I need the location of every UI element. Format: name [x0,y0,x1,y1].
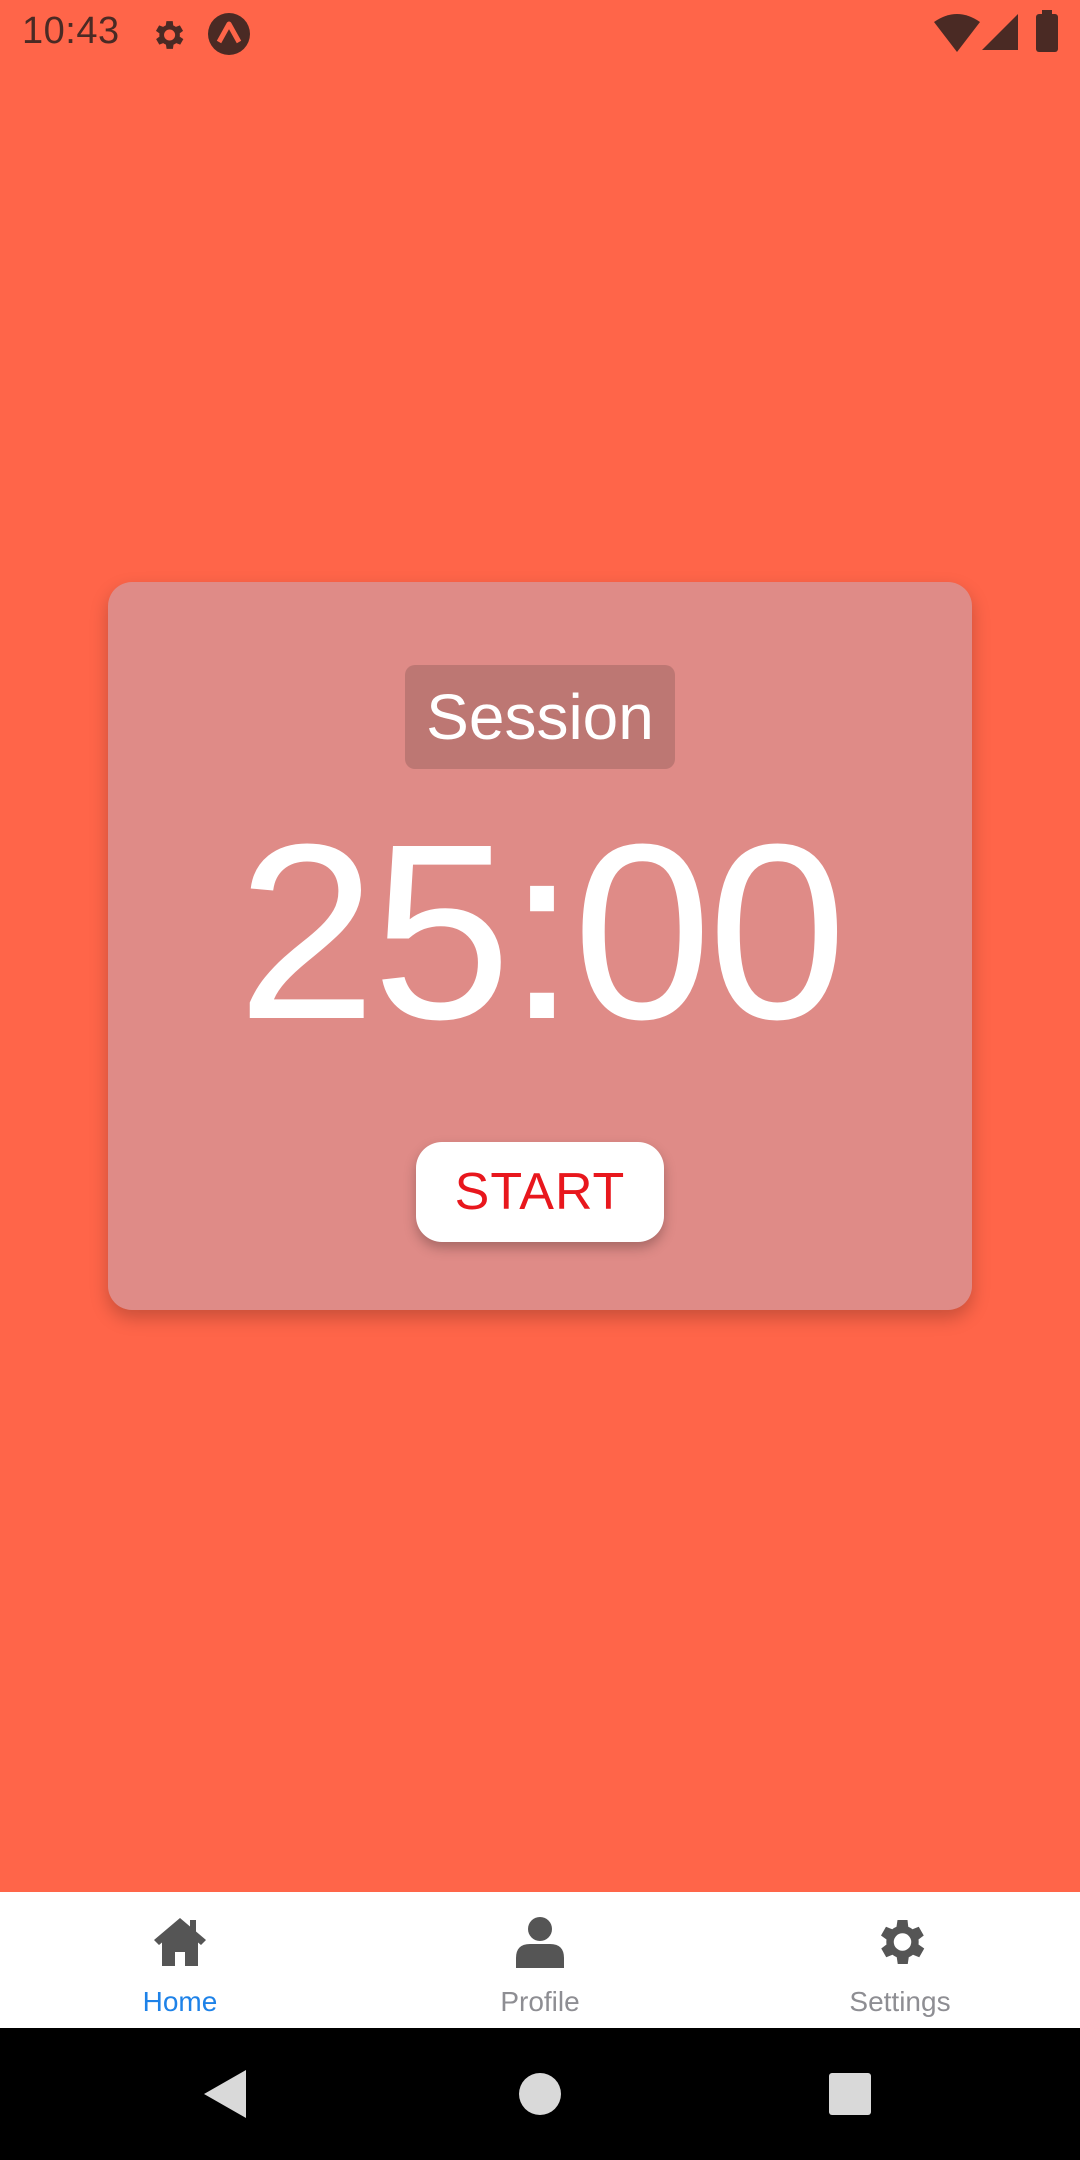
tab-settings-label: Settings [849,1986,951,2017]
timer-display: 25:00 [237,792,847,1071]
timer-card: Session 25:00 START [108,582,972,1310]
gear-icon [155,21,184,49]
back-triangle-icon[interactable] [204,2070,248,2118]
person-icon [516,1917,564,1968]
home-circle-icon[interactable] [518,2072,562,2116]
recents-square-icon[interactable] [829,2073,871,2115]
status-bar: 10:43 [0,0,1080,66]
status-time: 10:43 [22,10,120,52]
gear-icon [881,1920,925,1964]
tab-home-label: Home [142,1986,218,2017]
tab-home[interactable]: Home [0,1892,360,2028]
session-label[interactable]: Session [405,665,675,769]
tab-settings[interactable]: Settings [720,1892,1080,2028]
home-icon [154,1918,206,1966]
bottom-tab-bar: Home Profile Settings [0,1892,1080,2028]
start-button[interactable]: START [416,1142,664,1242]
cell-signal-icon [982,14,1018,50]
expo-icon [208,13,250,55]
tab-profile-label: Profile [500,1986,580,2017]
battery-icon [1036,10,1058,52]
android-nav-bar [0,2028,1080,2160]
tab-profile[interactable]: Profile [360,1892,720,2028]
wifi-icon [934,14,980,52]
